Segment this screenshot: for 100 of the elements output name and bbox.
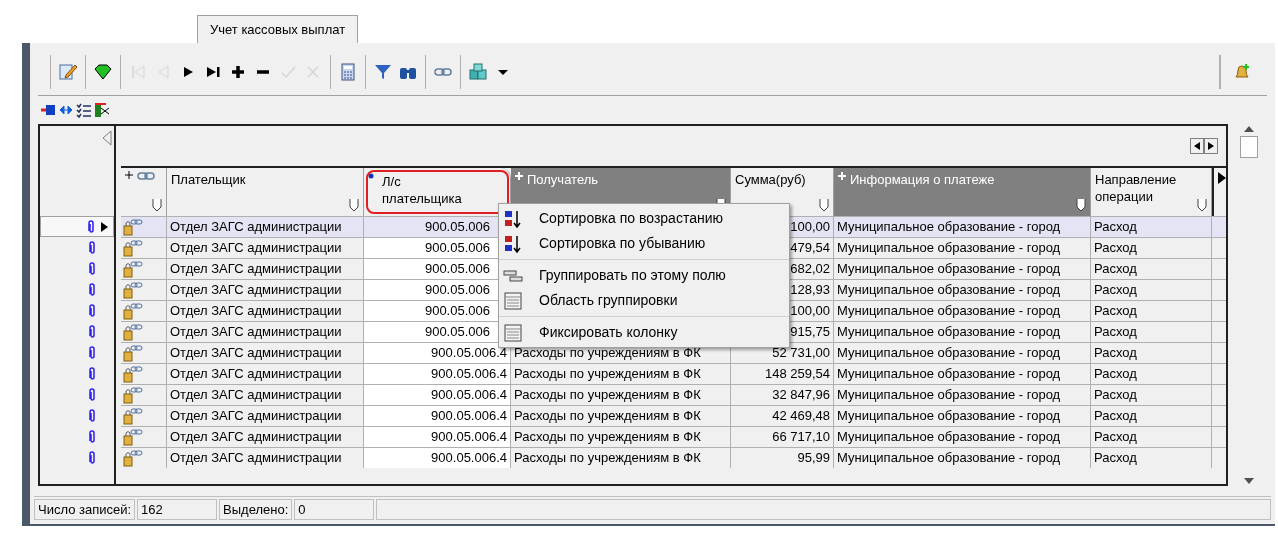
- table-cell-text: Расход: [1094, 386, 1137, 405]
- status-label: Число записей:: [34, 499, 136, 520]
- checklist-icon[interactable]: [76, 102, 92, 118]
- table-cell-text: Муниципальное образование - город: [837, 218, 1061, 237]
- lock-link-icon: [123, 449, 143, 467]
- menu-item[interactable]: Сортировка по убыванию: [499, 231, 789, 256]
- table-cell-text: Муниципальное образование - город: [837, 344, 1061, 363]
- table-cell-text: Расходы по учреждениям в ФК: [514, 428, 701, 447]
- table-cell-text: 32 847,96: [772, 386, 830, 405]
- insert-row-icon[interactable]: [40, 102, 56, 118]
- column-label: Информация о платеже: [850, 171, 995, 188]
- lock-link-icon: [123, 302, 143, 320]
- plus-marker-icon: [838, 172, 846, 180]
- column-header[interactable]: Л/с плательщика: [364, 168, 511, 216]
- table-cell-text: Муниципальное образование - город: [837, 365, 1061, 384]
- table-cell-text: Расходы по учреждениям в ФК: [514, 365, 701, 384]
- table-cell-text: Расход: [1094, 407, 1137, 426]
- paperclip-icon[interactable]: [88, 241, 96, 254]
- paperclip-icon[interactable]: [88, 409, 96, 422]
- table-cell-text: Отдел ЗАГС администрации: [170, 407, 342, 426]
- menu-item[interactable]: Область группировки: [499, 288, 789, 313]
- table-cell-text: 900.05.006.4: [431, 449, 507, 468]
- table-cell-text: Расход: [1094, 365, 1137, 384]
- table-cell-text: Отдел ЗАГС администрации: [170, 260, 342, 279]
- lock-link-icon: [123, 323, 143, 341]
- table-cell-text: Расход: [1094, 260, 1137, 279]
- table-cell-text: Отдел ЗАГС администрации: [170, 239, 342, 258]
- sort-dot-icon: [368, 173, 374, 179]
- record-count: 162: [137, 499, 218, 520]
- scroll-down-icon[interactable]: [1244, 478, 1254, 484]
- table-cell-text: 900.05.006: [424, 239, 490, 258]
- lock-link-icon: [123, 218, 143, 236]
- table-cell-text: Муниципальное образование - город: [837, 386, 1061, 405]
- table-cell-text: 95,99: [797, 449, 830, 468]
- table-cell-text: 900.05.006: [424, 302, 490, 321]
- paperclip-icon[interactable]: [88, 346, 96, 359]
- scissors-icon[interactable]: [94, 102, 110, 118]
- lock-link-icon: [123, 428, 143, 446]
- table-cell-text: Расход: [1094, 323, 1137, 342]
- menu-item[interactable]: Группировать по этому полю: [499, 263, 789, 288]
- table-cell-text: Расходы по учреждениям в ФК: [514, 449, 701, 468]
- table-cell-text: 900.05.006: [424, 281, 490, 300]
- table-cell-text: 66 717,10: [772, 428, 830, 447]
- plus-marker-icon: [515, 172, 523, 180]
- table-cell-text: 900.05.006: [424, 218, 490, 237]
- column-label: Направление операции: [1095, 171, 1178, 205]
- table-cell-text: Муниципальное образование - город: [837, 449, 1061, 468]
- status-label: Выделено:: [219, 499, 293, 520]
- table-cell-text: Отдел ЗАГС администрации: [170, 281, 342, 300]
- table-cell-text: Расход: [1094, 239, 1137, 258]
- menu-item[interactable]: Фиксировать колонку: [499, 320, 789, 345]
- table-cell-text: Муниципальное образование - город: [837, 428, 1061, 447]
- paperclip-icon[interactable]: [88, 262, 96, 275]
- filter-dropdown-icon[interactable]: [1076, 198, 1086, 212]
- row-indicator[interactable]: [40, 216, 114, 237]
- document-tab[interactable]: Учет кассовых выплат: [197, 15, 359, 43]
- scroll-right-button[interactable]: [1204, 138, 1218, 154]
- filter-dropdown-icon[interactable]: [1197, 198, 1207, 212]
- scroll-left-button[interactable]: [1190, 138, 1204, 154]
- table-cell-text: 900.05.006.4: [431, 428, 507, 447]
- table-cell-text: Отдел ЗАГС администрации: [170, 344, 342, 363]
- table-cell-text: 52 731,00: [772, 344, 830, 363]
- link-icon: [137, 171, 155, 181]
- column-label: Л/с плательщика: [382, 173, 463, 207]
- table-cell-text: Расходы по учреждениям в ФК: [514, 344, 701, 363]
- lock-link-icon: [123, 365, 143, 383]
- filter-dropdown-icon[interactable]: [349, 198, 359, 212]
- filter-dropdown-icon[interactable]: [152, 198, 162, 212]
- paperclip-icon[interactable]: [88, 367, 96, 380]
- paperclip-icon[interactable]: [88, 388, 96, 401]
- lock-link-icon: [123, 407, 143, 425]
- table-cell-text: 900.05.006.4: [431, 344, 507, 363]
- table-cell-text: Отдел ЗАГС администрации: [170, 428, 342, 447]
- table-cell-text: Отдел ЗАГС администрации: [170, 386, 342, 405]
- sort-ascending-icon: [504, 208, 522, 229]
- table-cell-text: 42 469,48: [772, 407, 830, 426]
- paperclip-icon[interactable]: [88, 283, 96, 296]
- column-header[interactable]: Информация о платеже: [834, 168, 1091, 216]
- table-cell-text: Расход: [1094, 344, 1137, 363]
- filter-dropdown-icon[interactable]: [819, 198, 829, 212]
- table-cell-text: 900.05.006.4: [431, 365, 507, 384]
- paperclip-icon[interactable]: [88, 430, 96, 443]
- table-cell-text: 148 259,54: [764, 365, 830, 384]
- paperclip-icon[interactable]: [88, 325, 96, 338]
- table-cell-text: Муниципальное образование - город: [837, 302, 1061, 321]
- table-cell-text: Расход: [1094, 281, 1137, 300]
- left-arrow-icon: [1194, 142, 1200, 150]
- paperclip-icon[interactable]: [88, 304, 96, 317]
- lock-link-icon: [123, 260, 143, 278]
- table-cell-text: Муниципальное образование - город: [837, 323, 1061, 342]
- cubes-icon[interactable]: [467, 60, 489, 83]
- paperclip-icon[interactable]: [87, 220, 95, 233]
- table-cell-text: 900.05.006.4: [431, 386, 507, 405]
- scroll-up-icon[interactable]: [1244, 126, 1254, 132]
- scrollbar-thumb[interactable]: [1240, 136, 1258, 158]
- paperclip-icon[interactable]: [88, 451, 96, 464]
- table-cell-text: Расход: [1094, 302, 1137, 321]
- column-label: Плательщик: [171, 171, 246, 188]
- column-label: Сумма(руб): [735, 171, 806, 188]
- table-cell-text: Муниципальное образование - город: [837, 239, 1061, 258]
